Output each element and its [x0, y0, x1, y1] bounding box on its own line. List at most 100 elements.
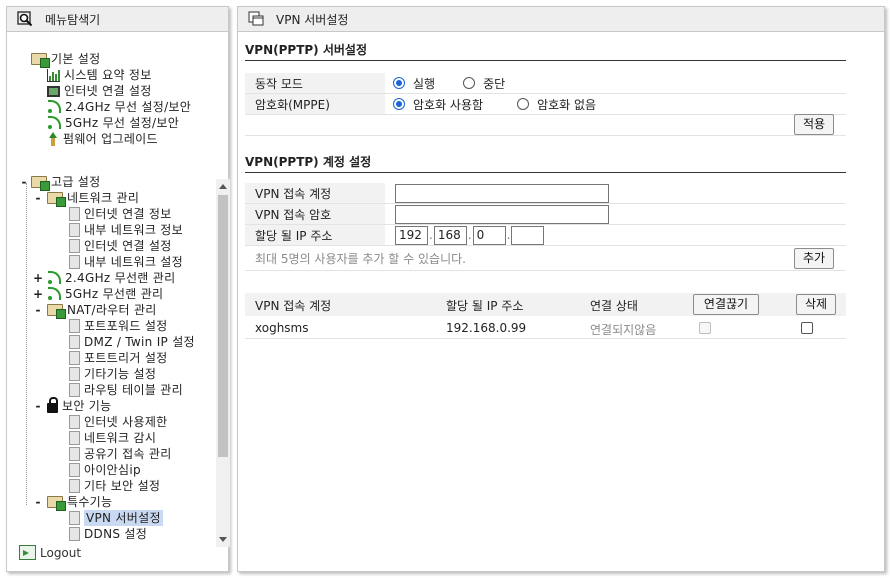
- ip-octet-1-input[interactable]: 192: [395, 225, 428, 245]
- expand-toggle[interactable]: +: [33, 286, 43, 302]
- disconnect-checkbox: [699, 322, 711, 334]
- nav-item-wifi5-security[interactable]: 5GHz 무선 설정/보안: [47, 115, 179, 131]
- tree-label: 보안 기능: [62, 399, 112, 413]
- ip-octet-3-input[interactable]: 0: [472, 225, 506, 245]
- nav-item-label: 내부 네트워크 정보: [84, 223, 183, 237]
- nav-item-label: 아이안심ip: [84, 463, 141, 477]
- radio-selected[interactable]: [393, 98, 405, 110]
- nav-item-other-security[interactable]: 기타 보안 설정: [69, 478, 160, 494]
- nav-item-lan-info[interactable]: 내부 네트워크 정보: [69, 222, 183, 238]
- encryption-row: 암호화(MPPE) 암호화 사용함 암호화 없음: [245, 94, 846, 115]
- content-panel: VPN 서버설정 VPN(PPTP) 서버설정 동작 모드 실행 중단 암호화(…: [237, 6, 885, 572]
- nav-item-ddns[interactable]: DDNS 설정: [69, 526, 147, 542]
- add-button[interactable]: 추가: [794, 248, 835, 269]
- nav-item-lan-config[interactable]: 내부 네트워크 설정: [69, 254, 183, 270]
- nav-item-internet-setup[interactable]: 인터넷 연결 설정: [47, 83, 152, 99]
- nav-item-routing-table[interactable]: 라우팅 테이블 관리: [69, 382, 183, 398]
- encryption-label: 암호화(MPPE): [245, 94, 385, 114]
- encryption-radio-off[interactable]: 암호화 없음: [517, 96, 596, 113]
- disconnect-button[interactable]: 연결끊기: [693, 294, 759, 315]
- tree-label: 네트워크 관리: [67, 191, 140, 205]
- ip-octet-2-input[interactable]: 168: [433, 225, 467, 245]
- scroll-up-arrow-icon[interactable]: [219, 184, 227, 189]
- expand-toggle[interactable]: -: [33, 302, 43, 318]
- nav-item-router-access[interactable]: 공유기 접속 관리: [69, 446, 172, 462]
- page-icon: [69, 383, 80, 397]
- nav-item-label: 공유기 접속 관리: [84, 447, 172, 461]
- folder-icon: [31, 53, 50, 68]
- delete-button[interactable]: 삭제: [796, 294, 836, 315]
- col-header-status: 연결 상태: [590, 299, 638, 313]
- expand-toggle[interactable]: -: [33, 190, 43, 206]
- tree-scrollbar[interactable]: [216, 179, 230, 547]
- wireless-icon: [47, 116, 61, 130]
- tree-nat-router[interactable]: NAT/라우터 관리: [47, 302, 157, 319]
- nav-item-i-ansim-ip[interactable]: 아이안심ip: [69, 462, 141, 478]
- folder-icon: [47, 496, 66, 511]
- expand-toggle[interactable]: +: [33, 270, 43, 286]
- nav-item-port-trigger[interactable]: 포트트리거 설정: [69, 350, 168, 366]
- nav-item-label: 포트트리거 설정: [84, 351, 168, 365]
- wireless-icon: [47, 100, 61, 114]
- page-icon: [69, 319, 80, 333]
- mode-radio-stop[interactable]: 중단: [463, 75, 505, 92]
- network-folder-icon: [47, 192, 66, 207]
- mode-row: 동작 모드 실행 중단: [245, 73, 846, 94]
- row-status: 연결되지않음: [590, 323, 657, 337]
- nav-item-label: 기타 보안 설정: [84, 479, 161, 493]
- tree-wifi24-management[interactable]: 2.4GHz 무선랜 관리: [47, 270, 175, 286]
- ip-octet-4-input[interactable]: [511, 225, 545, 245]
- expand-toggle[interactable]: -: [33, 494, 43, 510]
- nav-item-label: DMZ / Twin IP 설정: [84, 335, 195, 349]
- mode-radio-run[interactable]: 실행: [393, 75, 435, 92]
- nav-item-network-monitor[interactable]: 네트워크 감시: [69, 430, 156, 446]
- logout-link[interactable]: Logout: [19, 545, 81, 560]
- nav-item-firmware-upgrade[interactable]: 펌웨어 업그레이드: [47, 131, 158, 147]
- tree-basic-settings[interactable]: 기본 설정: [31, 51, 100, 68]
- scroll-down-arrow-icon[interactable]: [219, 537, 227, 542]
- nav-item-vpn-server[interactable]: VPN 서버설정: [69, 510, 163, 526]
- page-icon: [69, 223, 80, 237]
- vpn-user-input[interactable]: [395, 183, 609, 203]
- tree-advanced-settings[interactable]: 고급 설정: [31, 174, 100, 191]
- nav-item-internet-info[interactable]: 인터넷 연결 정보: [69, 206, 172, 222]
- nav-item-internet-config[interactable]: 인터넷 연결 설정: [69, 238, 172, 254]
- nav-item-misc-settings[interactable]: 기타기능 설정: [69, 366, 156, 382]
- radio-selected[interactable]: [393, 77, 405, 89]
- nav-item-label: 인터넷 연결 정보: [84, 207, 172, 221]
- nav-item-wifi24-security[interactable]: 2.4GHz 무선 설정/보안: [47, 99, 191, 115]
- nav-item-label: 5GHz 무선 설정/보안: [65, 116, 180, 130]
- tree-wifi5-management[interactable]: 5GHz 무선랜 관리: [47, 286, 163, 302]
- magnifier-icon: [17, 11, 33, 27]
- nav-item-label: 인터넷 사용제한: [84, 415, 168, 429]
- vpn-user-label: VPN 접속 계정: [245, 183, 385, 203]
- bar-chart-icon: [47, 68, 60, 82]
- nav-item-port-forward[interactable]: 포트포워드 설정: [69, 318, 168, 334]
- logout-icon: [19, 545, 36, 560]
- tree-special-functions[interactable]: 특수기능: [47, 494, 112, 511]
- tree-security[interactable]: 보안 기능: [47, 397, 112, 414]
- page-icon: [69, 207, 80, 221]
- radio-unselected[interactable]: [517, 98, 530, 110]
- nav-item-label: 인터넷 연결 설정: [84, 239, 172, 253]
- expand-toggle[interactable]: -: [19, 174, 29, 190]
- nav-item-label: 내부 네트워크 설정: [84, 255, 183, 269]
- encryption-radio-on[interactable]: 암호화 사용함: [393, 96, 483, 113]
- radio-unselected[interactable]: [463, 77, 476, 89]
- nav-item-dmz[interactable]: DMZ / Twin IP 설정: [69, 334, 195, 350]
- tree-network-management[interactable]: 네트워크 관리: [47, 190, 140, 207]
- apply-button[interactable]: 적용: [794, 114, 835, 135]
- expand-toggle[interactable]: -: [33, 398, 43, 414]
- vpn-password-input[interactable]: [395, 204, 609, 224]
- radio-label: 실행: [413, 76, 436, 91]
- page-icon: [69, 527, 80, 541]
- section-title-account: VPN(PPTP) 계정 설정: [245, 153, 846, 173]
- nav-item-system-summary[interactable]: 시스템 요약 정보: [47, 67, 152, 83]
- nav-item-label-selected: VPN 서버설정: [84, 510, 163, 526]
- lock-icon: [47, 397, 58, 413]
- window-icon: [248, 11, 264, 27]
- nav-item-label: 포트포워드 설정: [84, 319, 168, 333]
- scrollbar-thumb[interactable]: [218, 195, 228, 457]
- delete-checkbox[interactable]: [801, 322, 813, 334]
- nav-item-internet-restrict[interactable]: 인터넷 사용제한: [69, 414, 168, 430]
